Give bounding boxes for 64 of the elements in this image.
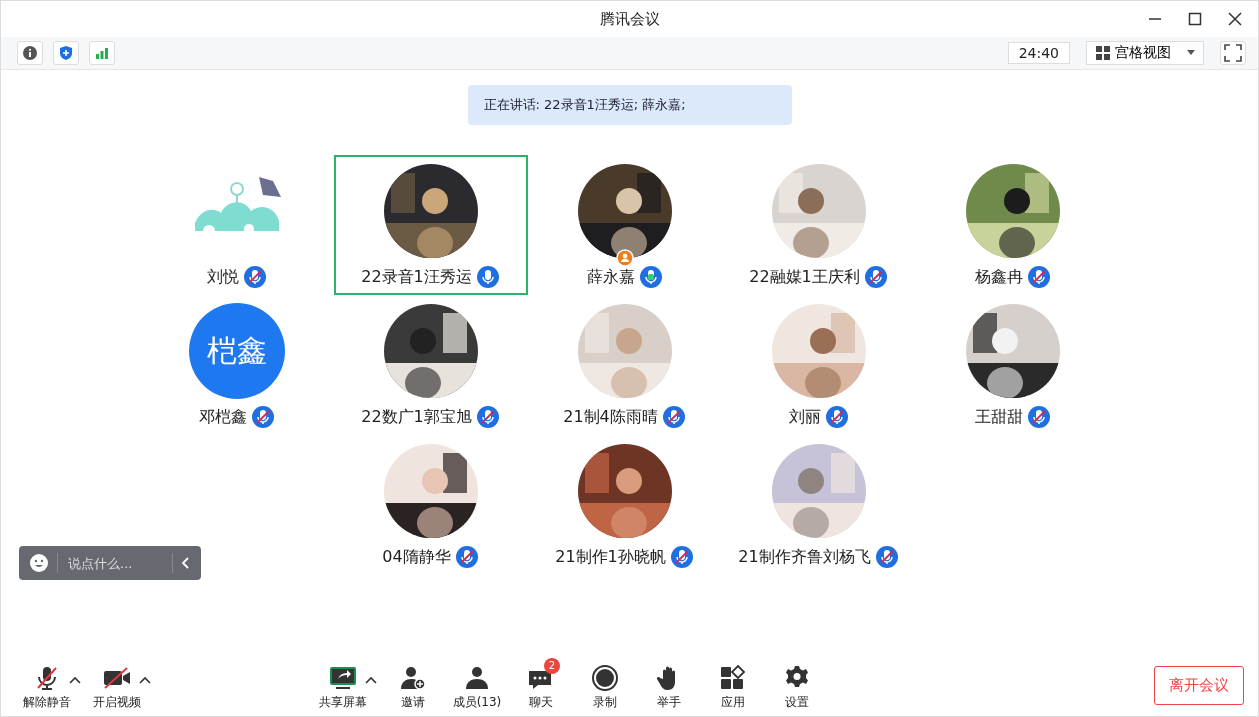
participant-name: 22融媒1王庆利 xyxy=(749,266,860,288)
apps-icon xyxy=(718,665,748,691)
shield-icon[interactable] xyxy=(53,41,79,65)
grid-icon xyxy=(1095,45,1111,61)
collapse-icon[interactable] xyxy=(181,557,191,569)
caret-icon[interactable] xyxy=(139,676,151,684)
participant-tile[interactable]: 刘丽 xyxy=(721,295,916,435)
participant-tile[interactable]: 22数广1郭宝旭 xyxy=(333,295,528,435)
meeting-timer: 24:40 xyxy=(1007,42,1070,64)
participant-name: 杨鑫冉 xyxy=(974,266,1023,288)
participant-tile[interactable]: 刘悦 xyxy=(139,155,334,295)
participant-name: 21制作1孙晓帆 xyxy=(555,546,666,568)
participant-tile[interactable]: 杨鑫冉 xyxy=(915,155,1110,295)
video-button[interactable]: 开启视频 xyxy=(85,657,149,713)
participant-name: 薛永嘉 xyxy=(586,266,635,288)
screen-icon xyxy=(328,665,358,691)
caret-icon xyxy=(1187,50,1195,56)
participant-name: 04隋静华 xyxy=(382,546,451,568)
avatar-initials: 桤鑫 xyxy=(188,303,285,399)
record-button[interactable]: 录制 xyxy=(573,657,637,713)
add-person-icon xyxy=(398,665,428,691)
close-icon[interactable] xyxy=(1228,12,1242,26)
share-button[interactable]: 共享屏幕 xyxy=(311,657,375,713)
participant-tile[interactable]: 薛永嘉 xyxy=(527,155,722,295)
participant-tile[interactable]: 22融媒1王庆利 xyxy=(721,155,916,295)
participant-name: 21制作齐鲁刘杨飞 xyxy=(738,546,871,568)
settings-button[interactable]: 设置 xyxy=(765,657,829,713)
caret-icon[interactable] xyxy=(365,676,377,684)
unmute-button[interactable]: 解除静音 xyxy=(15,657,79,713)
participant-name: 22数广1郭宝旭 xyxy=(361,406,472,428)
participant-tile[interactable]: 王甜甜 xyxy=(915,295,1110,435)
participant-tile[interactable]: 21制作1孙晓帆 xyxy=(527,435,722,575)
participant-tile[interactable]: 桤鑫 邓桤鑫 xyxy=(139,295,334,435)
participant-name: 21制4陈雨晴 xyxy=(563,406,658,428)
signal-icon[interactable] xyxy=(89,41,115,65)
record-icon xyxy=(590,665,620,691)
participant-tile[interactable]: 04隋静华 xyxy=(333,435,528,575)
participant-tile[interactable]: 21制4陈雨晴 xyxy=(527,295,722,435)
info-icon[interactable] xyxy=(17,41,43,65)
fullscreen-icon[interactable] xyxy=(1220,41,1246,65)
participant-name: 刘悦 xyxy=(206,266,239,288)
caret-icon[interactable] xyxy=(69,676,81,684)
participant-name: 22录音1汪秀运 xyxy=(361,266,472,288)
video-off-icon xyxy=(102,665,132,691)
participant-name: 刘丽 xyxy=(788,406,821,428)
emoji-icon[interactable] xyxy=(29,553,49,573)
chat-button[interactable]: 2 聊天 xyxy=(509,657,573,713)
members-button[interactable]: 成员(13) xyxy=(445,657,509,713)
leave-meeting-button[interactable]: 离开会议 xyxy=(1154,665,1244,705)
unread-badge: 2 xyxy=(544,658,560,674)
view-dropdown[interactable]: 宫格视图 xyxy=(1086,41,1204,65)
chat-bar[interactable]: 说点什么... xyxy=(19,546,201,580)
invite-button[interactable]: 邀请 xyxy=(381,657,445,713)
participant-name: 邓桤鑫 xyxy=(198,406,247,428)
chat-input[interactable]: 说点什么... xyxy=(66,554,164,572)
participant-tile[interactable]: 22录音1汪秀运 xyxy=(333,155,528,295)
window-title: 腾讯会议 xyxy=(599,9,660,29)
apps-button[interactable]: 应用 xyxy=(701,657,765,713)
participant-name: 王甜甜 xyxy=(974,406,1023,428)
hand-button[interactable]: 举手 xyxy=(637,657,701,713)
muted-mic-icon xyxy=(34,665,60,691)
maximize-icon[interactable] xyxy=(1188,12,1202,26)
participant-tile[interactable]: 21制作齐鲁刘杨飞 xyxy=(721,435,916,575)
speaking-banner: 正在讲话: 22录音1汪秀运; 薛永嘉; xyxy=(467,85,792,125)
